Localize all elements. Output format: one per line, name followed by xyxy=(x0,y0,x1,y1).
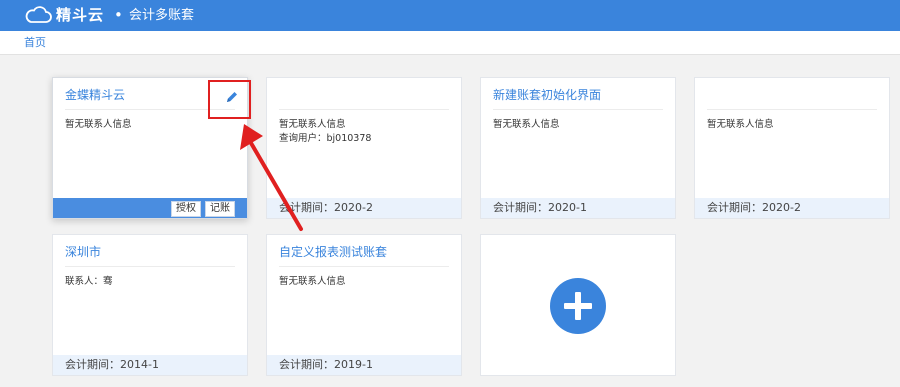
account-card[interactable]: 暂无联系人信息 会计期间：2020-2 xyxy=(694,77,890,219)
card-title[interactable]: 深圳市 xyxy=(65,243,101,261)
cloud-logo-icon xyxy=(25,6,52,23)
plus-icon[interactable] xyxy=(550,278,606,334)
bookkeeping-button[interactable]: 记账 xyxy=(205,201,235,217)
card-period: 会计期间：2020-2 xyxy=(267,198,461,218)
card-action-bar: 授权 记账 xyxy=(53,198,247,218)
card-divider xyxy=(279,266,449,267)
title-separator: • xyxy=(114,6,123,24)
card-divider xyxy=(493,109,663,110)
app-title: 会计多账套 xyxy=(129,8,195,23)
card-contact: 联系人：骞 xyxy=(65,276,113,287)
account-card[interactable]: 深圳市 联系人：骞 会计期间：2014-1 xyxy=(52,234,248,376)
top-bar: 精斗云 • 会计多账套 xyxy=(0,0,900,31)
account-card[interactable]: 自定义报表测试账套 暂无联系人信息 会计期间：2019-1 xyxy=(266,234,462,376)
plus-icon-bar xyxy=(575,292,581,320)
card-contact: 暂无联系人信息 xyxy=(707,119,774,130)
card-contact: 暂无联系人信息 xyxy=(279,276,346,287)
card-contact: 暂无联系人信息 xyxy=(279,119,346,130)
card-divider xyxy=(279,109,449,110)
breadcrumb: 首页 xyxy=(0,31,900,55)
authorize-button[interactable]: 授权 xyxy=(171,201,201,217)
card-period: 会计期间：2019-1 xyxy=(267,355,461,375)
card-period: 会计期间：2020-1 xyxy=(481,198,675,218)
card-period: 会计期间：2020-2 xyxy=(695,198,889,218)
highlight-box xyxy=(208,80,251,119)
card-query-user: 查询用户：bj010378 xyxy=(279,133,372,144)
card-title[interactable]: 自定义报表测试账套 xyxy=(279,243,387,261)
card-divider xyxy=(65,266,235,267)
card-contact: 暂无联系人信息 xyxy=(493,119,560,130)
card-title[interactable]: 金蝶精斗云 xyxy=(65,86,125,104)
card-contact: 暂无联系人信息 xyxy=(65,119,132,130)
brand-name: 精斗云 xyxy=(56,6,105,24)
card-period: 会计期间：2014-1 xyxy=(53,355,247,375)
card-title[interactable]: 新建账套初始化界面 xyxy=(493,86,601,104)
account-card[interactable]: 新建账套初始化界面 暂无联系人信息 会计期间：2020-1 xyxy=(480,77,676,219)
account-card[interactable]: 暂无联系人信息 查询用户：bj010378 会计期间：2020-2 xyxy=(266,77,462,219)
breadcrumb-home-link[interactable]: 首页 xyxy=(24,35,46,50)
card-divider xyxy=(707,109,877,110)
